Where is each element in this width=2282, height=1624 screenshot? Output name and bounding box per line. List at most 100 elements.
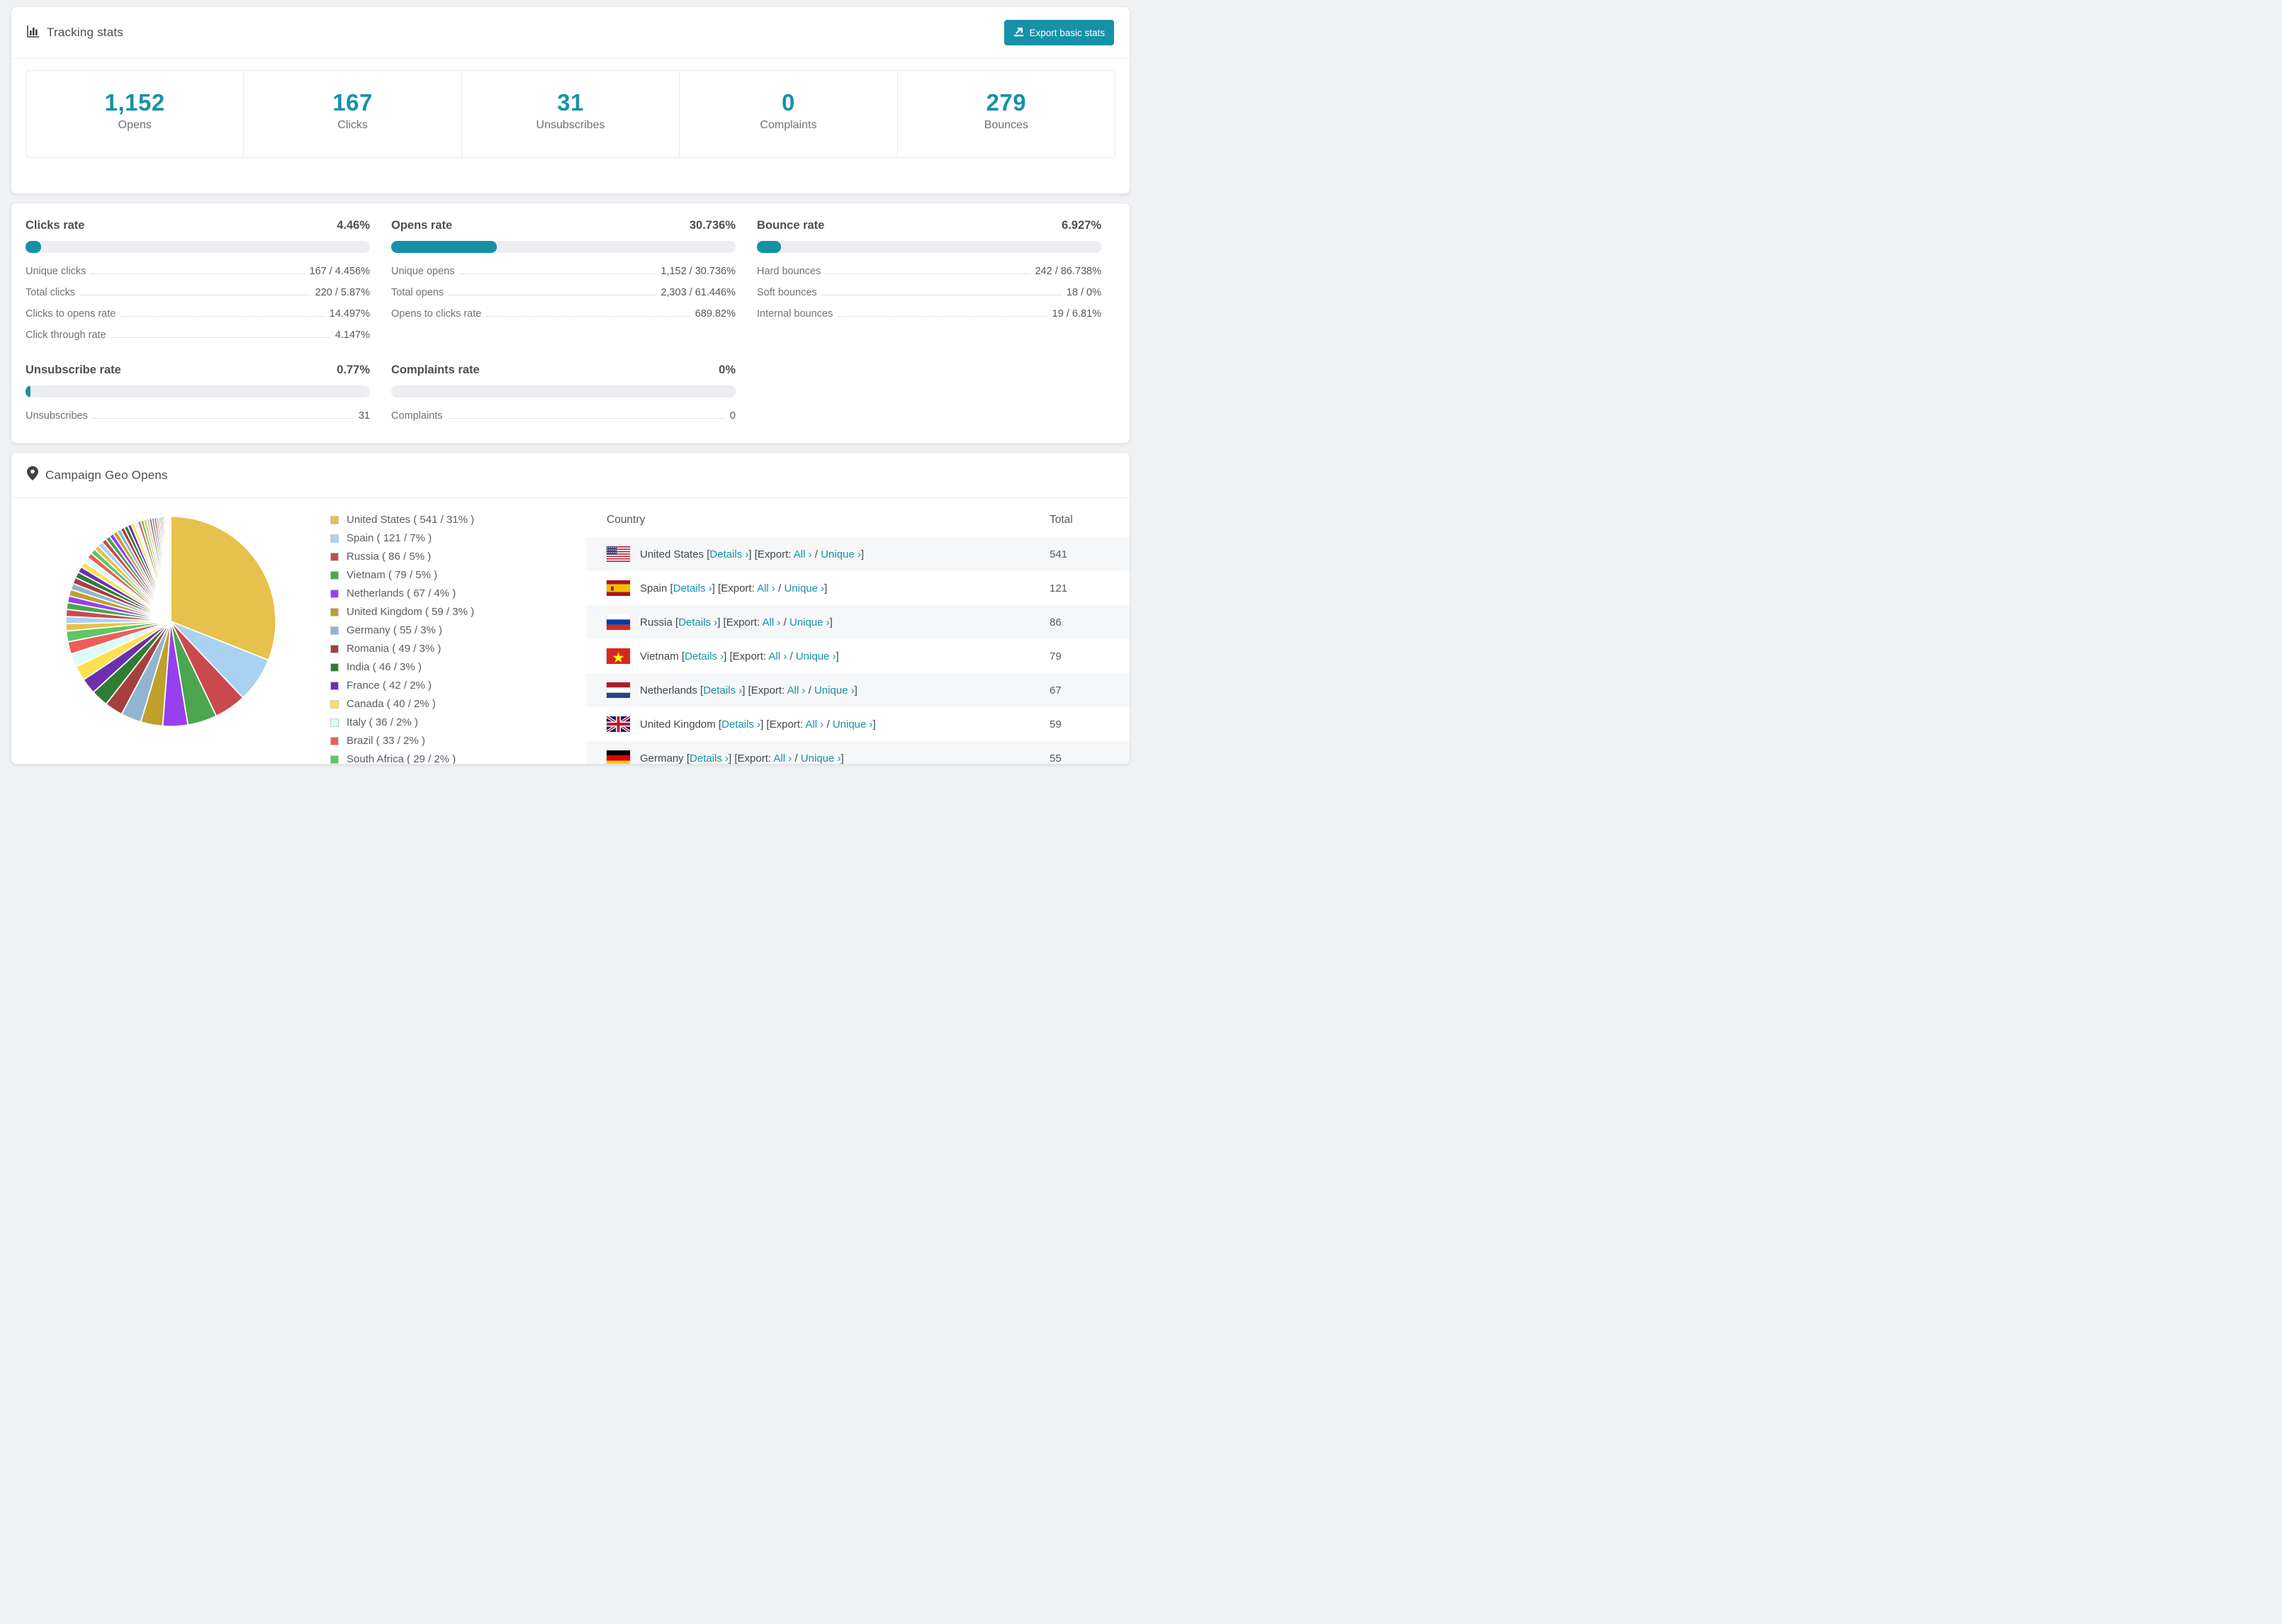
export-unique-link[interactable]: Unique › bbox=[796, 650, 836, 662]
legend-color-chip bbox=[330, 607, 339, 616]
export-all-link[interactable]: All › bbox=[794, 548, 812, 560]
legend-color-chip bbox=[330, 681, 339, 690]
bar-chart-icon bbox=[27, 25, 40, 41]
legend-item: Romania ( 49 / 3% ) bbox=[330, 643, 587, 655]
rate-row-value: 220 / 5.87% bbox=[315, 287, 370, 298]
legend-label: France ( 42 / 2% ) bbox=[347, 680, 432, 692]
export-basic-stats-button[interactable]: Export basic stats bbox=[1004, 20, 1114, 45]
table-row: Russia [Details ›] [Export: All › / Uniq… bbox=[587, 605, 1130, 639]
dotted-leader bbox=[838, 316, 1047, 317]
legend-color-chip bbox=[330, 552, 339, 561]
legend-label: Russia ( 86 / 5% ) bbox=[347, 551, 432, 563]
details-link[interactable]: Details › bbox=[685, 650, 724, 662]
stat-label: Complaints bbox=[760, 119, 817, 131]
separator: / bbox=[811, 548, 821, 560]
export-unique-link[interactable]: Unique › bbox=[784, 582, 824, 594]
legend-item: Netherlands ( 67 / 4% ) bbox=[330, 587, 587, 599]
export-unique-link[interactable]: Unique › bbox=[833, 718, 873, 731]
rate-row-label: Unique clicks bbox=[26, 266, 86, 277]
details-link[interactable]: Details › bbox=[721, 718, 760, 731]
rate-title: Complaints rate bbox=[391, 363, 480, 376]
legend-color-chip bbox=[330, 589, 339, 598]
legend-item: Brazil ( 33 / 2% ) bbox=[330, 735, 587, 747]
export-prefix: ] [Export: bbox=[760, 718, 806, 731]
rate-value: 6.927% bbox=[1062, 219, 1101, 232]
column-header-country: Country bbox=[607, 513, 646, 526]
rate-rows: Complaints 0 bbox=[391, 410, 736, 422]
country-links: Vietnam [Details ›] [Export: All › / Uni… bbox=[640, 650, 839, 662]
table-row: United Kingdom [Details ›] [Export: All … bbox=[587, 707, 1130, 741]
rate-row: Unsubscribes 31 bbox=[26, 410, 370, 422]
rate-row-value: 2,303 / 61.446% bbox=[661, 287, 736, 298]
rate-row-value: 18 / 0% bbox=[1066, 287, 1101, 298]
rate-row: Internal bounces 19 / 6.81% bbox=[757, 308, 1101, 320]
export-all-link[interactable]: All › bbox=[787, 684, 806, 697]
table-row: Spain [Details ›] [Export: All › / Uniqu… bbox=[587, 571, 1130, 605]
total-cell: 541 bbox=[1050, 548, 1068, 560]
export-all-link[interactable]: All › bbox=[757, 582, 775, 594]
country-name: United States [ bbox=[640, 548, 710, 560]
export-all-link[interactable]: All › bbox=[768, 650, 787, 662]
legend-color-chip bbox=[330, 662, 339, 672]
export-unique-link[interactable]: Unique › bbox=[789, 616, 830, 628]
flag-ru-icon bbox=[607, 614, 630, 630]
legend-item: Spain ( 121 / 7% ) bbox=[330, 532, 587, 544]
details-link[interactable]: Details › bbox=[703, 684, 742, 697]
legend-item: South Africa ( 29 / 2% ) bbox=[330, 753, 587, 764]
rate-row-value: 31 bbox=[358, 410, 370, 422]
legend-label: Spain ( 121 / 7% ) bbox=[347, 532, 432, 544]
rate-title: Clicks rate bbox=[26, 219, 85, 232]
progress-bar-fill bbox=[757, 241, 781, 253]
column-header-total: Total bbox=[1050, 513, 1073, 526]
export-unique-link[interactable]: Unique › bbox=[814, 684, 855, 697]
rate-section: Bounce rate 6.927% Hard bounces 242 / 86.73… bbox=[757, 219, 1101, 341]
legend-item: United States ( 541 / 31% ) bbox=[330, 514, 587, 526]
legend-label: United Kingdom ( 59 / 3% ) bbox=[347, 606, 475, 618]
export-all-link[interactable]: All › bbox=[805, 718, 824, 731]
rate-row: Hard bounces 242 / 86.738% bbox=[757, 266, 1101, 277]
progress-bar bbox=[391, 385, 736, 397]
export-prefix: ] [Export: bbox=[717, 616, 763, 628]
bracket-close: ] bbox=[841, 752, 844, 765]
rate-row-value: 0 bbox=[729, 410, 736, 422]
legend-color-chip bbox=[330, 534, 339, 543]
rate-row-value: 242 / 86.738% bbox=[1035, 266, 1101, 277]
stats-summary-box: 1,152 Opens 167 Clicks 31 Unsubscribes 0 Compla… bbox=[26, 70, 1115, 158]
export-unique-link[interactable]: Unique › bbox=[821, 548, 861, 560]
bracket-close: ] bbox=[854, 684, 858, 697]
geo-pie-chart[interactable] bbox=[60, 508, 281, 735]
export-unique-link[interactable]: Unique › bbox=[801, 752, 841, 765]
table-row: Netherlands [Details ›] [Export: All › /… bbox=[587, 673, 1130, 707]
country-links: United States [Details ›] [Export: All ›… bbox=[640, 548, 864, 560]
stat-label: Clicks bbox=[337, 119, 368, 131]
rate-row-label: Internal bounces bbox=[757, 308, 833, 320]
flag-de-icon bbox=[607, 750, 630, 764]
country-cell: Vietnam [Details ›] [Export: All › / Uni… bbox=[587, 648, 1050, 664]
details-link[interactable]: Details › bbox=[673, 582, 712, 594]
stat-label: Unsubscribes bbox=[536, 119, 605, 131]
rate-row: Unique opens 1,152 / 30.736% bbox=[391, 266, 736, 277]
details-link[interactable]: Details › bbox=[678, 616, 717, 628]
progress-bar-fill bbox=[26, 241, 41, 253]
rate-rows: Unsubscribes 31 bbox=[26, 410, 370, 422]
legend-label: Germany ( 55 / 3% ) bbox=[347, 624, 443, 636]
legend-color-chip bbox=[330, 718, 339, 727]
legend-color-chip bbox=[330, 736, 339, 745]
legend-item: India ( 46 / 3% ) bbox=[330, 661, 587, 673]
flag-us-icon bbox=[607, 546, 630, 562]
country-links: Germany [Details ›] [Export: All › / Uni… bbox=[640, 752, 844, 765]
export-all-link[interactable]: All › bbox=[773, 752, 792, 765]
rate-section-header: Unsubscribe rate 0.77% bbox=[26, 363, 370, 377]
legend-item: Italy ( 36 / 2% ) bbox=[330, 716, 587, 728]
rate-row-value: 4.147% bbox=[335, 329, 370, 341]
rate-row-label: Soft bounces bbox=[757, 287, 817, 298]
stat-cell: 31 Unsubscribes bbox=[461, 71, 679, 157]
details-link[interactable]: Details › bbox=[709, 548, 748, 560]
flag-gb-icon bbox=[605, 716, 631, 732]
export-all-link[interactable]: All › bbox=[763, 616, 781, 628]
details-link[interactable]: Details › bbox=[690, 752, 729, 765]
legend-label: Brazil ( 33 / 2% ) bbox=[347, 735, 425, 747]
bracket-close: ] bbox=[836, 650, 839, 662]
rate-row: Unique clicks 167 / 4.456% bbox=[26, 266, 370, 277]
table-row: Germany [Details ›] [Export: All › / Uni… bbox=[587, 741, 1130, 765]
